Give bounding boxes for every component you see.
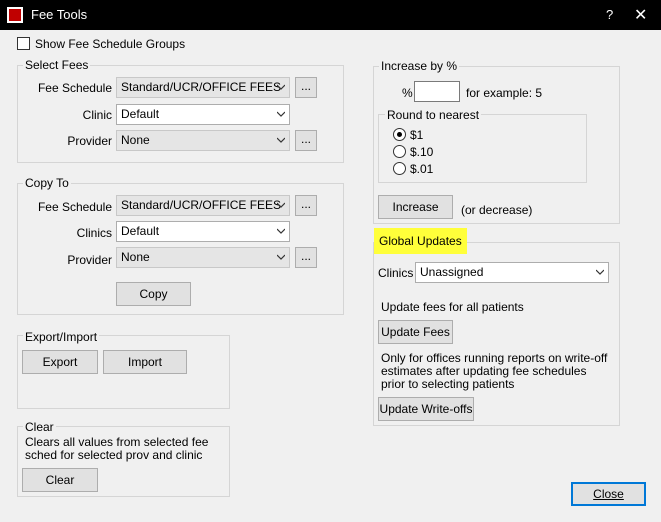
export-button[interactable]: Export xyxy=(22,350,98,374)
round-radio-10[interactable] xyxy=(393,145,406,158)
select-fees-title: Select Fees xyxy=(23,58,91,72)
copy-clinics-label: Clinics xyxy=(76,226,112,240)
chevron-down-icon xyxy=(277,111,285,117)
copy-provider-ellipsis-button[interactable]: ... xyxy=(295,247,317,268)
close-window-button[interactable]: ✕ xyxy=(634,5,647,25)
update-fees-button[interactable]: Update Fees xyxy=(378,320,453,344)
percent-example: for example: 5 xyxy=(466,86,543,100)
clear-title: Clear xyxy=(23,420,56,434)
select-fee-schedule-dropdown[interactable]: Standard/UCR/OFFICE FEES xyxy=(116,77,290,98)
global-updates-title: Global Updates xyxy=(374,228,467,254)
chevron-down-icon xyxy=(277,254,285,260)
select-provider-ellipsis-button[interactable]: ... xyxy=(295,130,317,151)
global-clinics-label: Clinics xyxy=(378,266,414,280)
select-clinic-label: Clinic xyxy=(82,108,112,122)
radio-selected-dot xyxy=(397,132,402,137)
chevron-down-icon xyxy=(277,202,285,208)
round-radio-1[interactable] xyxy=(393,128,406,141)
copy-provider-label: Provider xyxy=(67,253,112,267)
copy-to-title: Copy To xyxy=(23,176,71,190)
select-fee-schedule-label: Fee Schedule xyxy=(37,81,112,95)
update-writeoffs-button[interactable]: Update Write-offs xyxy=(378,397,474,421)
percent-input[interactable] xyxy=(414,81,460,102)
increase-button[interactable]: Increase xyxy=(378,195,453,219)
round-option-01-label: $.01 xyxy=(410,162,434,176)
chevron-down-icon xyxy=(596,269,604,275)
chevron-down-icon xyxy=(277,228,285,234)
round-option-10-label: $.10 xyxy=(410,145,434,159)
update-all-text: Update fees for all patients xyxy=(381,300,524,314)
show-groups-label: Show Fee Schedule Groups xyxy=(35,37,186,51)
title-bar: Fee Tools ? ✕ xyxy=(0,0,661,30)
close-button[interactable]: Close xyxy=(571,482,646,506)
round-title: Round to nearest xyxy=(385,108,482,122)
writeoff-text: Only for offices running reports on writ… xyxy=(381,351,608,391)
copy-provider-dropdown[interactable]: None xyxy=(116,247,290,268)
global-clinics-dropdown[interactable]: Unassigned xyxy=(415,262,609,283)
round-option-1-label: $1 xyxy=(410,128,424,142)
chevron-down-icon xyxy=(277,84,285,90)
increase-title: Increase by % xyxy=(379,59,460,73)
or-decrease-label: (or decrease) xyxy=(461,203,533,217)
chevron-down-icon xyxy=(277,137,285,143)
select-clinic-dropdown[interactable]: Default xyxy=(116,104,290,125)
copy-fee-schedule-ellipsis-button[interactable]: ... xyxy=(295,195,317,216)
select-provider-label: Provider xyxy=(67,134,112,148)
round-radio-01[interactable] xyxy=(393,162,406,175)
help-button[interactable]: ? xyxy=(606,7,613,22)
copy-button[interactable]: Copy xyxy=(116,282,191,306)
show-groups-checkbox[interactable] xyxy=(17,37,30,50)
clear-button[interactable]: Clear xyxy=(22,468,98,492)
select-fee-schedule-ellipsis-button[interactable]: ... xyxy=(295,77,317,98)
percent-symbol: % xyxy=(402,86,413,100)
copy-clinics-dropdown[interactable]: Default xyxy=(116,221,290,242)
clear-description: Clears all values from selected fee sche… xyxy=(25,435,209,462)
copy-fee-schedule-dropdown[interactable]: Standard/UCR/OFFICE FEES xyxy=(116,195,290,216)
copy-fee-schedule-label: Fee Schedule xyxy=(37,200,112,214)
app-icon xyxy=(7,7,23,23)
import-button[interactable]: Import xyxy=(103,350,187,374)
window-title: Fee Tools xyxy=(31,7,88,22)
select-provider-dropdown[interactable]: None xyxy=(116,130,290,151)
export-import-title: Export/Import xyxy=(23,330,100,344)
